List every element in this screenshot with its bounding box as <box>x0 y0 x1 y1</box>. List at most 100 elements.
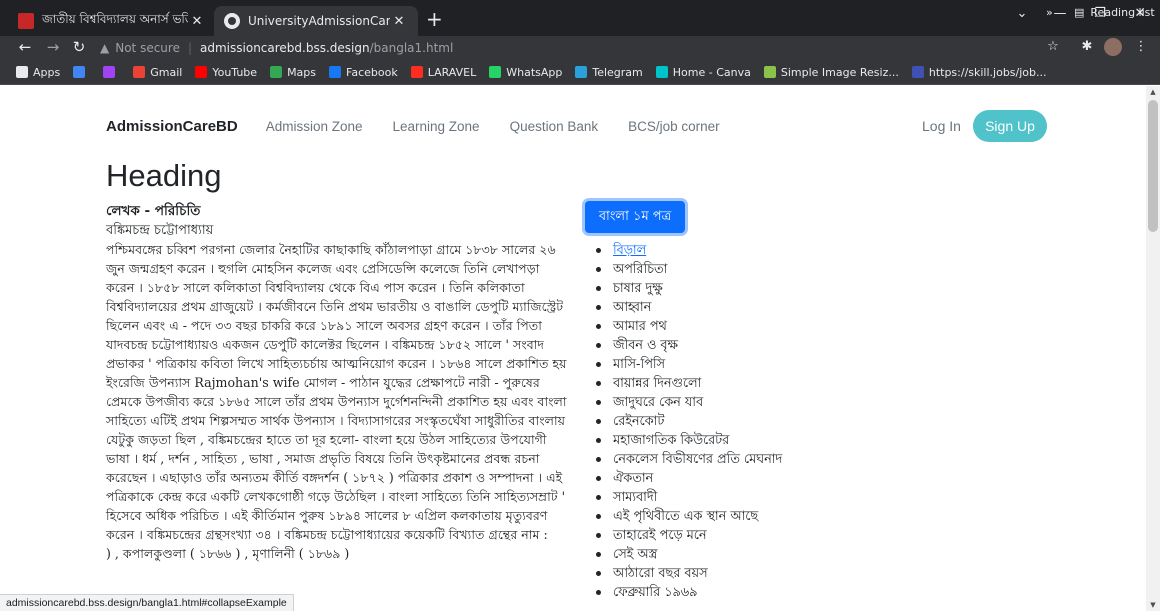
chapter-link[interactable]: ঐকতান <box>613 469 653 488</box>
chapter-list-item[interactable]: সাম্যবাদী <box>596 488 896 507</box>
bullet-icon <box>596 533 601 538</box>
bookmarks-bar: Apps Gmail YouTube Maps Facebook LARAVEL Whats… <box>0 60 1160 85</box>
chapter-list-item[interactable]: এই পৃথিবীতে এক স্থান আছে <box>596 507 896 526</box>
reading-list-label: Reading list <box>1090 6 1155 19</box>
forward-arrow-icon[interactable]: → <box>44 38 62 56</box>
reload-icon[interactable]: ↻ <box>70 38 88 56</box>
bookmark-item[interactable]: https://skill.jobs/job... <box>911 66 1047 79</box>
bookmarks-overflow-button[interactable]: » <box>1046 0 1053 25</box>
nav-learning-zone[interactable]: Learning Zone <box>393 119 480 134</box>
bullet-icon <box>596 552 601 557</box>
nav-question-bank[interactable]: Question Bank <box>510 119 599 134</box>
extensions-puzzle-icon[interactable]: ✱ <box>1078 39 1096 54</box>
not-secure-label: Not secure <box>115 41 180 55</box>
chapter-link[interactable]: এই পৃথিবীতে এক স্থান আছে <box>613 507 758 526</box>
chapter-list-item[interactable]: ঐকতান <box>596 469 896 488</box>
chapter-link[interactable]: সেই অস্ত্র <box>613 545 657 564</box>
bookmark-item[interactable]: Apps <box>16 66 60 79</box>
scroll-down-arrow-icon[interactable]: ▼ <box>1146 599 1160 611</box>
chapter-list-item[interactable]: চাষার দুক্ষু <box>596 279 896 298</box>
bookmark-item[interactable]: Home - Canva <box>655 66 751 79</box>
chapter-link[interactable]: মাসি-পিসি <box>613 355 665 374</box>
bookmark-item[interactable]: WhatsApp <box>489 66 562 79</box>
address-bar[interactable]: ▲ Not secure | admissioncarebd.bss.desig… <box>100 37 1060 59</box>
bookmark-item[interactable]: YouTube <box>195 66 257 79</box>
chapter-list-item[interactable]: বায়ান্নর দিনগুলো <box>596 374 896 393</box>
chapter-link[interactable]: বিড়াল <box>613 241 646 260</box>
bullet-icon <box>596 514 601 519</box>
login-link[interactable]: Log In <box>922 118 961 134</box>
page-title: Heading <box>106 158 222 193</box>
scrollbar-thumb[interactable] <box>1148 100 1158 232</box>
chapter-list-item[interactable]: নেকলেস বিভীষণের প্রতি মেঘনাদ <box>596 450 896 469</box>
bookmark-favicon-icon <box>655 66 668 78</box>
chapter-list-item[interactable]: সেই অস্ত্র <box>596 545 896 564</box>
author-biography: পশ্চিমবঙ্গের চব্বিশ পরগনা জেলার নৈহাটির … <box>106 242 567 542</box>
bookmark-item[interactable]: LARAVEL <box>410 66 476 79</box>
chapter-list-item[interactable]: আমার পথ <box>596 317 896 336</box>
bangla-1st-paper-button[interactable]: বাংলা ১ম পত্র <box>585 201 685 233</box>
chapter-list-item[interactable]: আহ্বান <box>596 298 896 317</box>
profile-avatar[interactable] <box>1104 38 1122 56</box>
bookmark-favicon-icon <box>489 66 502 78</box>
chapter-link[interactable]: বায়ান্নর দিনগুলো <box>613 374 701 393</box>
chapter-link[interactable]: জীবন ও বৃক্ষ <box>613 336 678 355</box>
bookmark-item[interactable] <box>73 66 90 78</box>
chapter-list-item[interactable]: বিড়াল <box>596 241 896 260</box>
bookmark-favicon-icon <box>763 66 776 78</box>
chapter-list-item[interactable]: জীবন ও বৃক্ষ <box>596 336 896 355</box>
bookmark-label: YouTube <box>212 65 258 79</box>
new-tab-button[interactable]: + <box>426 8 443 30</box>
chapter-link[interactable]: চাষার দুক্ষু <box>613 279 663 298</box>
chapter-link[interactable]: ফেব্রুয়ারি ১৯৬৯ <box>613 583 697 602</box>
bullet-icon <box>596 476 601 481</box>
bookmark-favicon-icon <box>270 66 283 78</box>
nav-admission-zone[interactable]: Admission Zone <box>266 119 363 134</box>
tab-title: জাতীয় বিশ্ববিদ্যালয় অনার্স ভর্তি বি <box>42 12 188 26</box>
close-tab-icon[interactable]: ✕ <box>390 14 408 29</box>
chapter-link[interactable]: জাদুঘরে কেন যাব <box>613 393 703 412</box>
chapter-link[interactable]: আমার পথ <box>613 317 667 336</box>
chapter-list-item[interactable]: জাদুঘরে কেন যাব <box>596 393 896 412</box>
browser-tab-2[interactable]: UniversityAdmissionCareBD ✕ <box>214 6 418 36</box>
signup-button[interactable]: Sign Up <box>973 110 1047 142</box>
chapter-list-item[interactable]: মহাজাগতিক কিউরেটর <box>596 431 896 450</box>
nav-bcs-job-corner[interactable]: BCS/job corner <box>628 119 720 134</box>
bookmark-label: Simple Image Resiz... <box>780 65 899 79</box>
browser-tab-1[interactable]: জাতীয় বিশ্ববিদ্যালয় অনার্স ভর্তি বি ✕ <box>8 6 216 36</box>
chapter-link[interactable]: মহাজাগতিক কিউরেটর <box>613 431 729 450</box>
chapter-link[interactable]: সাম্যবাদী <box>613 488 657 507</box>
chapter-list-item[interactable]: অপরিচিতা <box>596 260 896 279</box>
chapter-list-item[interactable]: আঠারো বছর বয়স <box>596 564 896 583</box>
chapter-link[interactable]: রেইনকোট <box>613 412 664 431</box>
chapter-link[interactable]: তাহারেই পড়ে মনে <box>613 526 707 545</box>
bookmark-item[interactable] <box>103 66 120 78</box>
bookmark-item[interactable]: Gmail <box>133 66 182 79</box>
chapter-link[interactable]: আঠারো বছর বয়স <box>613 564 708 583</box>
close-tab-icon[interactable]: ✕ <box>188 14 206 29</box>
tab-search-chevron-icon[interactable]: ⌄ <box>1012 6 1032 21</box>
bookmark-star-icon[interactable]: ☆ <box>1044 39 1062 54</box>
chapter-link[interactable]: নেকলেস বিভীষণের প্রতি মেঘনাদ <box>613 450 782 469</box>
back-arrow-icon[interactable]: ← <box>16 38 34 56</box>
bookmark-item[interactable]: Telegram <box>575 65 643 79</box>
bookmark-item[interactable]: Simple Image Resiz... <box>763 65 899 79</box>
chapter-link[interactable]: অপরিচিতা <box>613 260 667 279</box>
scroll-up-arrow-icon[interactable]: ▲ <box>1146 86 1160 98</box>
bookmark-item[interactable]: Facebook <box>329 66 398 79</box>
chapter-list-item[interactable]: ফেব্রুয়ারি ১৯৬৯ <box>596 583 896 602</box>
bullet-icon <box>596 362 601 367</box>
chapter-list-item[interactable]: মাসি-পিসি <box>596 355 896 374</box>
site-brand[interactable]: AdmissionCareBD <box>106 118 238 135</box>
page-scrollbar[interactable]: ▲ ▼ <box>1146 86 1160 611</box>
globe-icon <box>224 13 240 29</box>
chapter-list-item[interactable]: তাহারেই পড়ে মনে <box>596 526 896 545</box>
reading-list-button[interactable]: ▤ Reading list <box>1074 0 1155 25</box>
bookmark-label: Facebook <box>346 65 398 79</box>
chapter-link[interactable]: আহ্বান <box>613 298 651 317</box>
minimize-icon[interactable]: — <box>1050 6 1070 21</box>
bookmark-item[interactable]: Maps <box>270 66 316 79</box>
menu-kebab-icon[interactable]: ⋮ <box>1132 39 1150 54</box>
chapter-list-item[interactable]: রেইনকোট <box>596 412 896 431</box>
bookmark-label: Telegram <box>592 65 643 79</box>
